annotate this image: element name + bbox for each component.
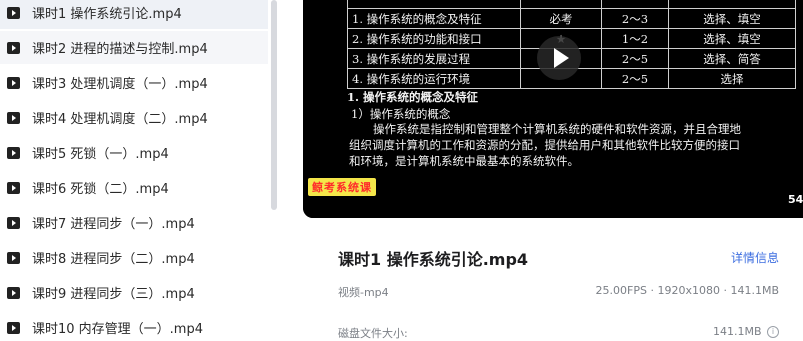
playlist-item[interactable]: 课时1 操作系统引论.mp4 — [0, 0, 268, 29]
disk-size-label: 磁盘文件大小: — [338, 327, 408, 340]
slide-cell: 选择、简答 — [668, 48, 796, 69]
video-file-icon — [7, 286, 20, 299]
slide-table-row: 1. 操作系统的概念及特征 必考 2～3 选择、填空 — [347, 8, 796, 29]
playlist-item-label: 课时4 处理机调度（二）.mp4 — [32, 112, 208, 127]
playlist-item[interactable]: 课时4 处理机调度（二）.mp4 — [0, 101, 268, 134]
playlist-item[interactable]: 课时10 内存管理（一）.mp4 — [0, 311, 268, 336]
video-file-icon — [7, 251, 20, 264]
playlist-item-label: 课时5 死锁（一）.mp4 — [32, 147, 169, 162]
play-button[interactable] — [537, 36, 581, 80]
slide-cell: 选择、填空 — [668, 8, 796, 29]
slide-heading: 1. 操作系统的概念及特征 — [347, 90, 479, 104]
slide-cell: 必考 — [520, 8, 602, 29]
video-file-icon — [7, 111, 20, 124]
disk-size-value: 141.1MB i — [713, 325, 779, 338]
video-file-icon — [7, 146, 20, 159]
playlist-item[interactable]: 课时5 死锁（一）.mp4 — [0, 136, 268, 169]
slide-body-line: 和环境，是计算机系统中最基本的系统软件。 — [349, 154, 579, 168]
slide-subheading: 1）操作系统的概念 — [351, 107, 451, 121]
playlist-item[interactable]: 课时7 进程同步（一）.mp4 — [0, 206, 268, 239]
playlist: 课时1 操作系统引论.mp4 课时2 进程的描述与控制.mp4 课时3 处理机调… — [0, 0, 268, 336]
file-type: 视频-mp4 — [338, 286, 389, 299]
file-meta: 25.00FPS · 1920x1080 · 141.1MB — [595, 284, 779, 297]
slide-cell: 4. 操作系统的运行环境 — [347, 68, 521, 89]
video-file-icon — [7, 216, 20, 229]
video-file-icon — [7, 181, 20, 194]
playlist-item[interactable]: 课时2 进程的描述与控制.mp4 — [0, 31, 268, 64]
slide-cell: 1. 操作系统的概念及特征 — [347, 8, 521, 29]
file-title: 课时1 操作系统引论.mp4 — [338, 250, 529, 269]
playlist-item-label: 课时1 操作系统引论.mp4 — [32, 7, 182, 22]
playlist-item-label: 课时2 进程的描述与控制.mp4 — [32, 42, 208, 57]
playlist-item[interactable]: 课时6 死锁（二）.mp4 — [0, 171, 268, 204]
slide-cell: 2～3 — [601, 8, 669, 29]
slide-cell: 2. 操作系统的功能和接口 — [347, 28, 521, 49]
video-player[interactable]: 1. 操作系统的概念及特征 必考 2～3 选择、填空 2. 操作系统的功能和接口… — [303, 0, 803, 218]
slide-cell: 2～5 — [601, 48, 669, 69]
slide-body-line: 组织调度计算机的工作和资源的分配，提供给用户和其他软件比较方便的接口 — [349, 138, 740, 152]
playlist-item[interactable]: 课时8 进程同步（二）.mp4 — [0, 241, 268, 274]
playlist-item-label: 课时10 内存管理（一）.mp4 — [32, 322, 203, 336]
slide-cell: 选择、填空 — [668, 28, 796, 49]
playlist-item-label: 课时6 死锁（二）.mp4 — [32, 182, 169, 197]
slide-cell: 1～2 — [601, 28, 669, 49]
playlist-item-label: 课时3 处理机调度（一）.mp4 — [32, 77, 208, 92]
slide-cell: 选择 — [668, 68, 796, 89]
slide-cell: 3. 操作系统的发展过程 — [347, 48, 521, 69]
info-icon[interactable]: i — [767, 326, 779, 338]
video-file-icon — [7, 321, 20, 334]
slide-body-line: 操作系统是指控制和管理整个计算机系统的硬件和软件资源，并且合理地 — [373, 122, 741, 136]
video-duration: 54:03 — [787, 193, 803, 206]
playlist-item[interactable]: 课时3 处理机调度（一）.mp4 — [0, 66, 268, 99]
playlist-scrollbar[interactable] — [271, 0, 277, 210]
detail-info-link[interactable]: 详情信息 — [731, 249, 779, 266]
playlist-item-label: 课时8 进程同步（二）.mp4 — [32, 252, 195, 267]
video-frame: 1. 操作系统的概念及特征 必考 2～3 选择、填空 2. 操作系统的功能和接口… — [303, 0, 803, 218]
watermark-logo: 鲸考系统课 — [308, 178, 376, 196]
video-file-icon — [7, 6, 20, 19]
playlist-item-label: 课时9 进程同步（三）.mp4 — [32, 287, 195, 302]
playlist-item-label: 课时7 进程同步（一）.mp4 — [32, 217, 195, 232]
video-file-icon — [7, 76, 20, 89]
playlist-item[interactable]: 课时9 进程同步（三）.mp4 — [0, 276, 268, 309]
video-file-icon — [7, 41, 20, 54]
play-icon — [553, 48, 569, 68]
slide-cell: 2～5 — [601, 68, 669, 89]
disk-size-number: 141.1MB — [712, 325, 762, 338]
